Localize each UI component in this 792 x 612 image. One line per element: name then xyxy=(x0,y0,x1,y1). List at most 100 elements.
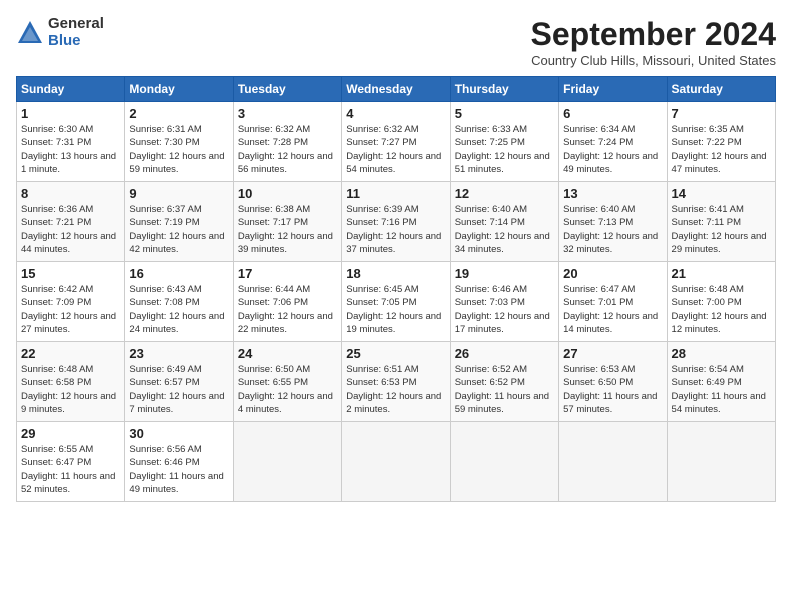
weekday-header-thursday: Thursday xyxy=(450,77,558,102)
calendar-cell: 21 Sunrise: 6:48 AMSunset: 7:00 PMDayligh… xyxy=(667,262,775,342)
day-info: Sunrise: 6:39 AMSunset: 7:16 PMDaylight:… xyxy=(346,204,441,255)
calendar-cell xyxy=(450,422,558,502)
week-row-5: 29 Sunrise: 6:55 AMSunset: 6:47 PMDayligh… xyxy=(17,422,776,502)
weekday-header-tuesday: Tuesday xyxy=(233,77,341,102)
day-info: Sunrise: 6:49 AMSunset: 6:57 PMDaylight:… xyxy=(129,364,224,415)
day-info: Sunrise: 6:30 AMSunset: 7:31 PMDaylight:… xyxy=(21,124,116,175)
day-number: 15 xyxy=(21,266,120,281)
day-info: Sunrise: 6:41 AMSunset: 7:11 PMDaylight:… xyxy=(672,204,767,255)
calendar-cell: 30 Sunrise: 6:56 AMSunset: 6:46 PMDayligh… xyxy=(125,422,233,502)
day-info: Sunrise: 6:48 AMSunset: 7:00 PMDaylight:… xyxy=(672,284,767,335)
calendar-cell: 2 Sunrise: 6:31 AMSunset: 7:30 PMDaylight… xyxy=(125,102,233,182)
day-info: Sunrise: 6:54 AMSunset: 6:49 PMDaylight:… xyxy=(672,364,766,415)
calendar-cell: 20 Sunrise: 6:47 AMSunset: 7:01 PMDayligh… xyxy=(559,262,667,342)
calendar-cell: 22Sunrise: 6:48 AMSunset: 6:58 PMDayligh… xyxy=(17,342,125,422)
weekday-header-sunday: Sunday xyxy=(17,77,125,102)
calendar-cell: 4 Sunrise: 6:32 AMSunset: 7:27 PMDaylight… xyxy=(342,102,450,182)
day-info: Sunrise: 6:38 AMSunset: 7:17 PMDaylight:… xyxy=(238,204,333,255)
calendar-cell: 27 Sunrise: 6:53 AMSunset: 6:50 PMDayligh… xyxy=(559,342,667,422)
day-number: 19 xyxy=(455,266,554,281)
header: General Blue September 2024 Country Club… xyxy=(16,16,776,68)
calendar-cell: 14 Sunrise: 6:41 AMSunset: 7:11 PMDayligh… xyxy=(667,182,775,262)
day-info: Sunrise: 6:46 AMSunset: 7:03 PMDaylight:… xyxy=(455,284,550,335)
week-row-3: 15 Sunrise: 6:42 AMSunset: 7:09 PMDayligh… xyxy=(17,262,776,342)
logo: General Blue xyxy=(16,16,104,49)
day-info: Sunrise: 6:40 AMSunset: 7:13 PMDaylight:… xyxy=(563,204,658,255)
calendar-cell: 1 Sunrise: 6:30 AMSunset: 7:31 PMDaylight… xyxy=(17,102,125,182)
day-info: Sunrise: 6:51 AMSunset: 6:53 PMDaylight:… xyxy=(346,364,441,415)
logo-text: General Blue xyxy=(48,16,104,49)
day-number: 20 xyxy=(563,266,662,281)
calendar-cell: 18 Sunrise: 6:45 AMSunset: 7:05 PMDayligh… xyxy=(342,262,450,342)
day-info: Sunrise: 6:35 AMSunset: 7:22 PMDaylight:… xyxy=(672,124,767,175)
day-info: Sunrise: 6:48 AMSunset: 6:58 PMDaylight:… xyxy=(21,364,116,415)
day-number: 4 xyxy=(346,106,445,121)
calendar-cell: 19 Sunrise: 6:46 AMSunset: 7:03 PMDayligh… xyxy=(450,262,558,342)
day-number: 16 xyxy=(129,266,228,281)
day-number: 10 xyxy=(238,186,337,201)
day-number: 27 xyxy=(563,346,662,361)
day-info: Sunrise: 6:55 AMSunset: 6:47 PMDaylight:… xyxy=(21,444,115,495)
day-number: 11 xyxy=(346,186,445,201)
calendar-cell: 17 Sunrise: 6:44 AMSunset: 7:06 PMDayligh… xyxy=(233,262,341,342)
day-number: 2 xyxy=(129,106,228,121)
day-info: Sunrise: 6:32 AMSunset: 7:27 PMDaylight:… xyxy=(346,124,441,175)
day-info: Sunrise: 6:45 AMSunset: 7:05 PMDaylight:… xyxy=(346,284,441,335)
calendar-cell: 7 Sunrise: 6:35 AMSunset: 7:22 PMDaylight… xyxy=(667,102,775,182)
day-info: Sunrise: 6:42 AMSunset: 7:09 PMDaylight:… xyxy=(21,284,116,335)
day-info: Sunrise: 6:56 AMSunset: 6:46 PMDaylight:… xyxy=(129,444,223,495)
calendar-cell: 28Sunrise: 6:54 AMSunset: 6:49 PMDayligh… xyxy=(667,342,775,422)
calendar-table: SundayMondayTuesdayWednesdayThursdayFrid… xyxy=(16,76,776,502)
day-info: Sunrise: 6:34 AMSunset: 7:24 PMDaylight:… xyxy=(563,124,658,175)
calendar-cell: 26Sunrise: 6:52 AMSunset: 6:52 PMDayligh… xyxy=(450,342,558,422)
day-info: Sunrise: 6:47 AMSunset: 7:01 PMDaylight:… xyxy=(563,284,658,335)
day-number: 7 xyxy=(672,106,771,121)
day-number: 24 xyxy=(238,346,337,361)
calendar-cell xyxy=(559,422,667,502)
calendar-cell: 23 Sunrise: 6:49 AMSunset: 6:57 PMDayligh… xyxy=(125,342,233,422)
calendar-cell: 3 Sunrise: 6:32 AMSunset: 7:28 PMDaylight… xyxy=(233,102,341,182)
day-number: 14 xyxy=(672,186,771,201)
calendar-cell: 13 Sunrise: 6:40 AMSunset: 7:13 PMDayligh… xyxy=(559,182,667,262)
day-info: Sunrise: 6:31 AMSunset: 7:30 PMDaylight:… xyxy=(129,124,224,175)
day-number: 21 xyxy=(672,266,771,281)
calendar-cell: 8Sunrise: 6:36 AMSunset: 7:21 PMDaylight… xyxy=(17,182,125,262)
calendar-cell: 11 Sunrise: 6:39 AMSunset: 7:16 PMDayligh… xyxy=(342,182,450,262)
day-info: Sunrise: 6:32 AMSunset: 7:28 PMDaylight:… xyxy=(238,124,333,175)
title-area: September 2024 Country Club Hills, Misso… xyxy=(531,16,776,68)
calendar-cell: 12Sunrise: 6:40 AMSunset: 7:14 PMDayligh… xyxy=(450,182,558,262)
calendar-cell xyxy=(233,422,341,502)
day-number: 23 xyxy=(129,346,228,361)
location-title: Country Club Hills, Missouri, United Sta… xyxy=(531,53,776,68)
day-info: Sunrise: 6:44 AMSunset: 7:06 PMDaylight:… xyxy=(238,284,333,335)
day-number: 25 xyxy=(346,346,445,361)
calendar-cell: 15 Sunrise: 6:42 AMSunset: 7:09 PMDayligh… xyxy=(17,262,125,342)
day-number: 3 xyxy=(238,106,337,121)
calendar-cell: 10 Sunrise: 6:38 AMSunset: 7:17 PMDayligh… xyxy=(233,182,341,262)
day-info: Sunrise: 6:52 AMSunset: 6:52 PMDaylight:… xyxy=(455,364,549,415)
day-number: 1 xyxy=(21,106,120,121)
day-number: 29 xyxy=(21,426,120,441)
calendar-cell: 16Sunrise: 6:43 AMSunset: 7:08 PMDayligh… xyxy=(125,262,233,342)
weekday-header-wednesday: Wednesday xyxy=(342,77,450,102)
logo-icon xyxy=(16,19,44,47)
day-number: 6 xyxy=(563,106,662,121)
day-info: Sunrise: 6:50 AMSunset: 6:55 PMDaylight:… xyxy=(238,364,333,415)
calendar-cell: 25 Sunrise: 6:51 AMSunset: 6:53 PMDayligh… xyxy=(342,342,450,422)
day-number: 30 xyxy=(129,426,228,441)
week-row-1: 1 Sunrise: 6:30 AMSunset: 7:31 PMDaylight… xyxy=(17,102,776,182)
day-number: 17 xyxy=(238,266,337,281)
day-number: 13 xyxy=(563,186,662,201)
calendar-cell: 24 Sunrise: 6:50 AMSunset: 6:55 PMDayligh… xyxy=(233,342,341,422)
weekday-header-monday: Monday xyxy=(125,77,233,102)
day-number: 18 xyxy=(346,266,445,281)
logo-general: General xyxy=(48,16,104,33)
day-info: Sunrise: 6:37 AMSunset: 7:19 PMDaylight:… xyxy=(129,204,224,255)
day-info: Sunrise: 6:33 AMSunset: 7:25 PMDaylight:… xyxy=(455,124,550,175)
day-number: 8 xyxy=(21,186,120,201)
weekday-header-friday: Friday xyxy=(559,77,667,102)
day-info: Sunrise: 6:53 AMSunset: 6:50 PMDaylight:… xyxy=(563,364,657,415)
calendar-cell: 5Sunrise: 6:33 AMSunset: 7:25 PMDaylight… xyxy=(450,102,558,182)
calendar-cell: 9 Sunrise: 6:37 AMSunset: 7:19 PMDaylight… xyxy=(125,182,233,262)
day-number: 9 xyxy=(129,186,228,201)
